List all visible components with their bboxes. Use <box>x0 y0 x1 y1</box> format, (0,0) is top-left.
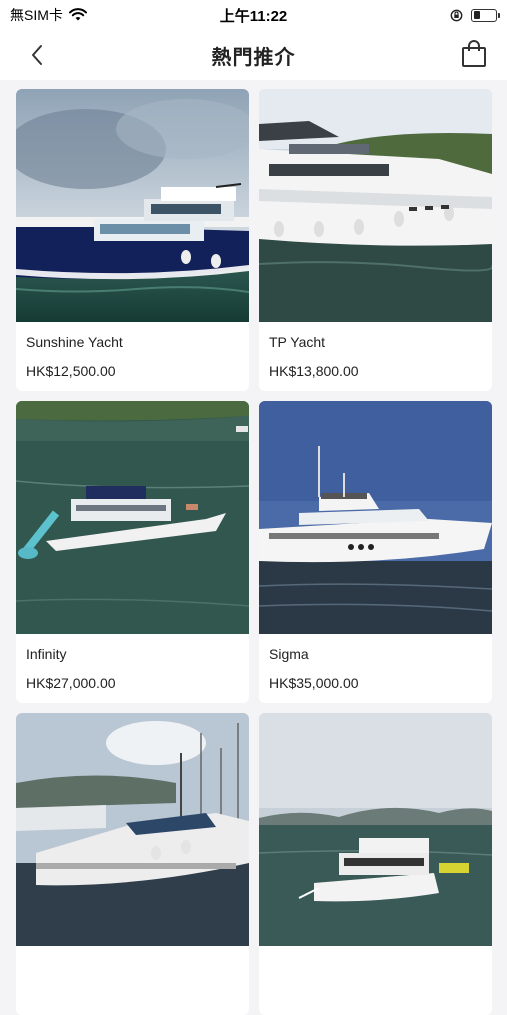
product-name: Sigma <box>269 646 309 662</box>
product-name <box>26 958 249 975</box>
product-price: HK$12,500.00 <box>26 363 116 379</box>
product-card-infinity[interactable]: Infinity HK$27,000.00 <box>16 401 249 703</box>
navy-hull-yacht-photo <box>16 89 249 322</box>
product-card-5[interactable] <box>16 713 249 1015</box>
product-card-sigma[interactable]: Sigma HK$35,000.00 <box>259 401 492 703</box>
navigation-bar: 熱門推介 <box>0 30 507 80</box>
product-name: Infinity <box>26 646 67 662</box>
product-price: HK$27,000.00 <box>26 675 116 691</box>
carrier-label: 無SIM卡 <box>10 7 63 23</box>
back-button[interactable] <box>22 40 52 70</box>
battery-icon <box>471 8 500 22</box>
product-price: HK$35,000.00 <box>269 675 359 691</box>
yacht-with-waterslide-photo <box>16 401 249 634</box>
battery-level <box>473 11 480 19</box>
bay-cruiser-photo <box>259 713 492 946</box>
cart-button[interactable] <box>457 37 491 71</box>
product-price: HK$13,800.00 <box>269 363 359 379</box>
product-name: TP Yacht <box>269 334 326 350</box>
page-title: 熱門推介 <box>211 46 296 69</box>
product-grid: Sunshine Yacht HK$12,500.00 TP Yacht HK$… <box>16 89 492 1015</box>
wifi-icon <box>68 8 87 21</box>
status-bar: 無SIM卡 上午11:22 <box>0 0 507 30</box>
white-motor-yacht-photo <box>259 89 492 322</box>
product-name: Sunshine Yacht <box>26 334 123 350</box>
product-card-tp-yacht[interactable]: TP Yacht HK$13,800.00 <box>259 89 492 391</box>
status-right <box>450 8 500 22</box>
product-price <box>269 987 492 1004</box>
status-left: 無SIM卡 <box>10 5 87 25</box>
product-price <box>26 987 249 1004</box>
chevron-left-icon <box>32 45 42 65</box>
product-name <box>269 958 492 975</box>
marina-sport-yacht-photo <box>16 713 249 946</box>
white-flybridge-yacht-photo <box>259 401 492 634</box>
rotation-lock-icon <box>450 9 463 21</box>
product-card-sunshine-yacht[interactable]: Sunshine Yacht HK$12,500.00 <box>16 89 249 391</box>
shopping-bag-icon <box>462 40 486 67</box>
product-card-6[interactable] <box>259 713 492 1015</box>
